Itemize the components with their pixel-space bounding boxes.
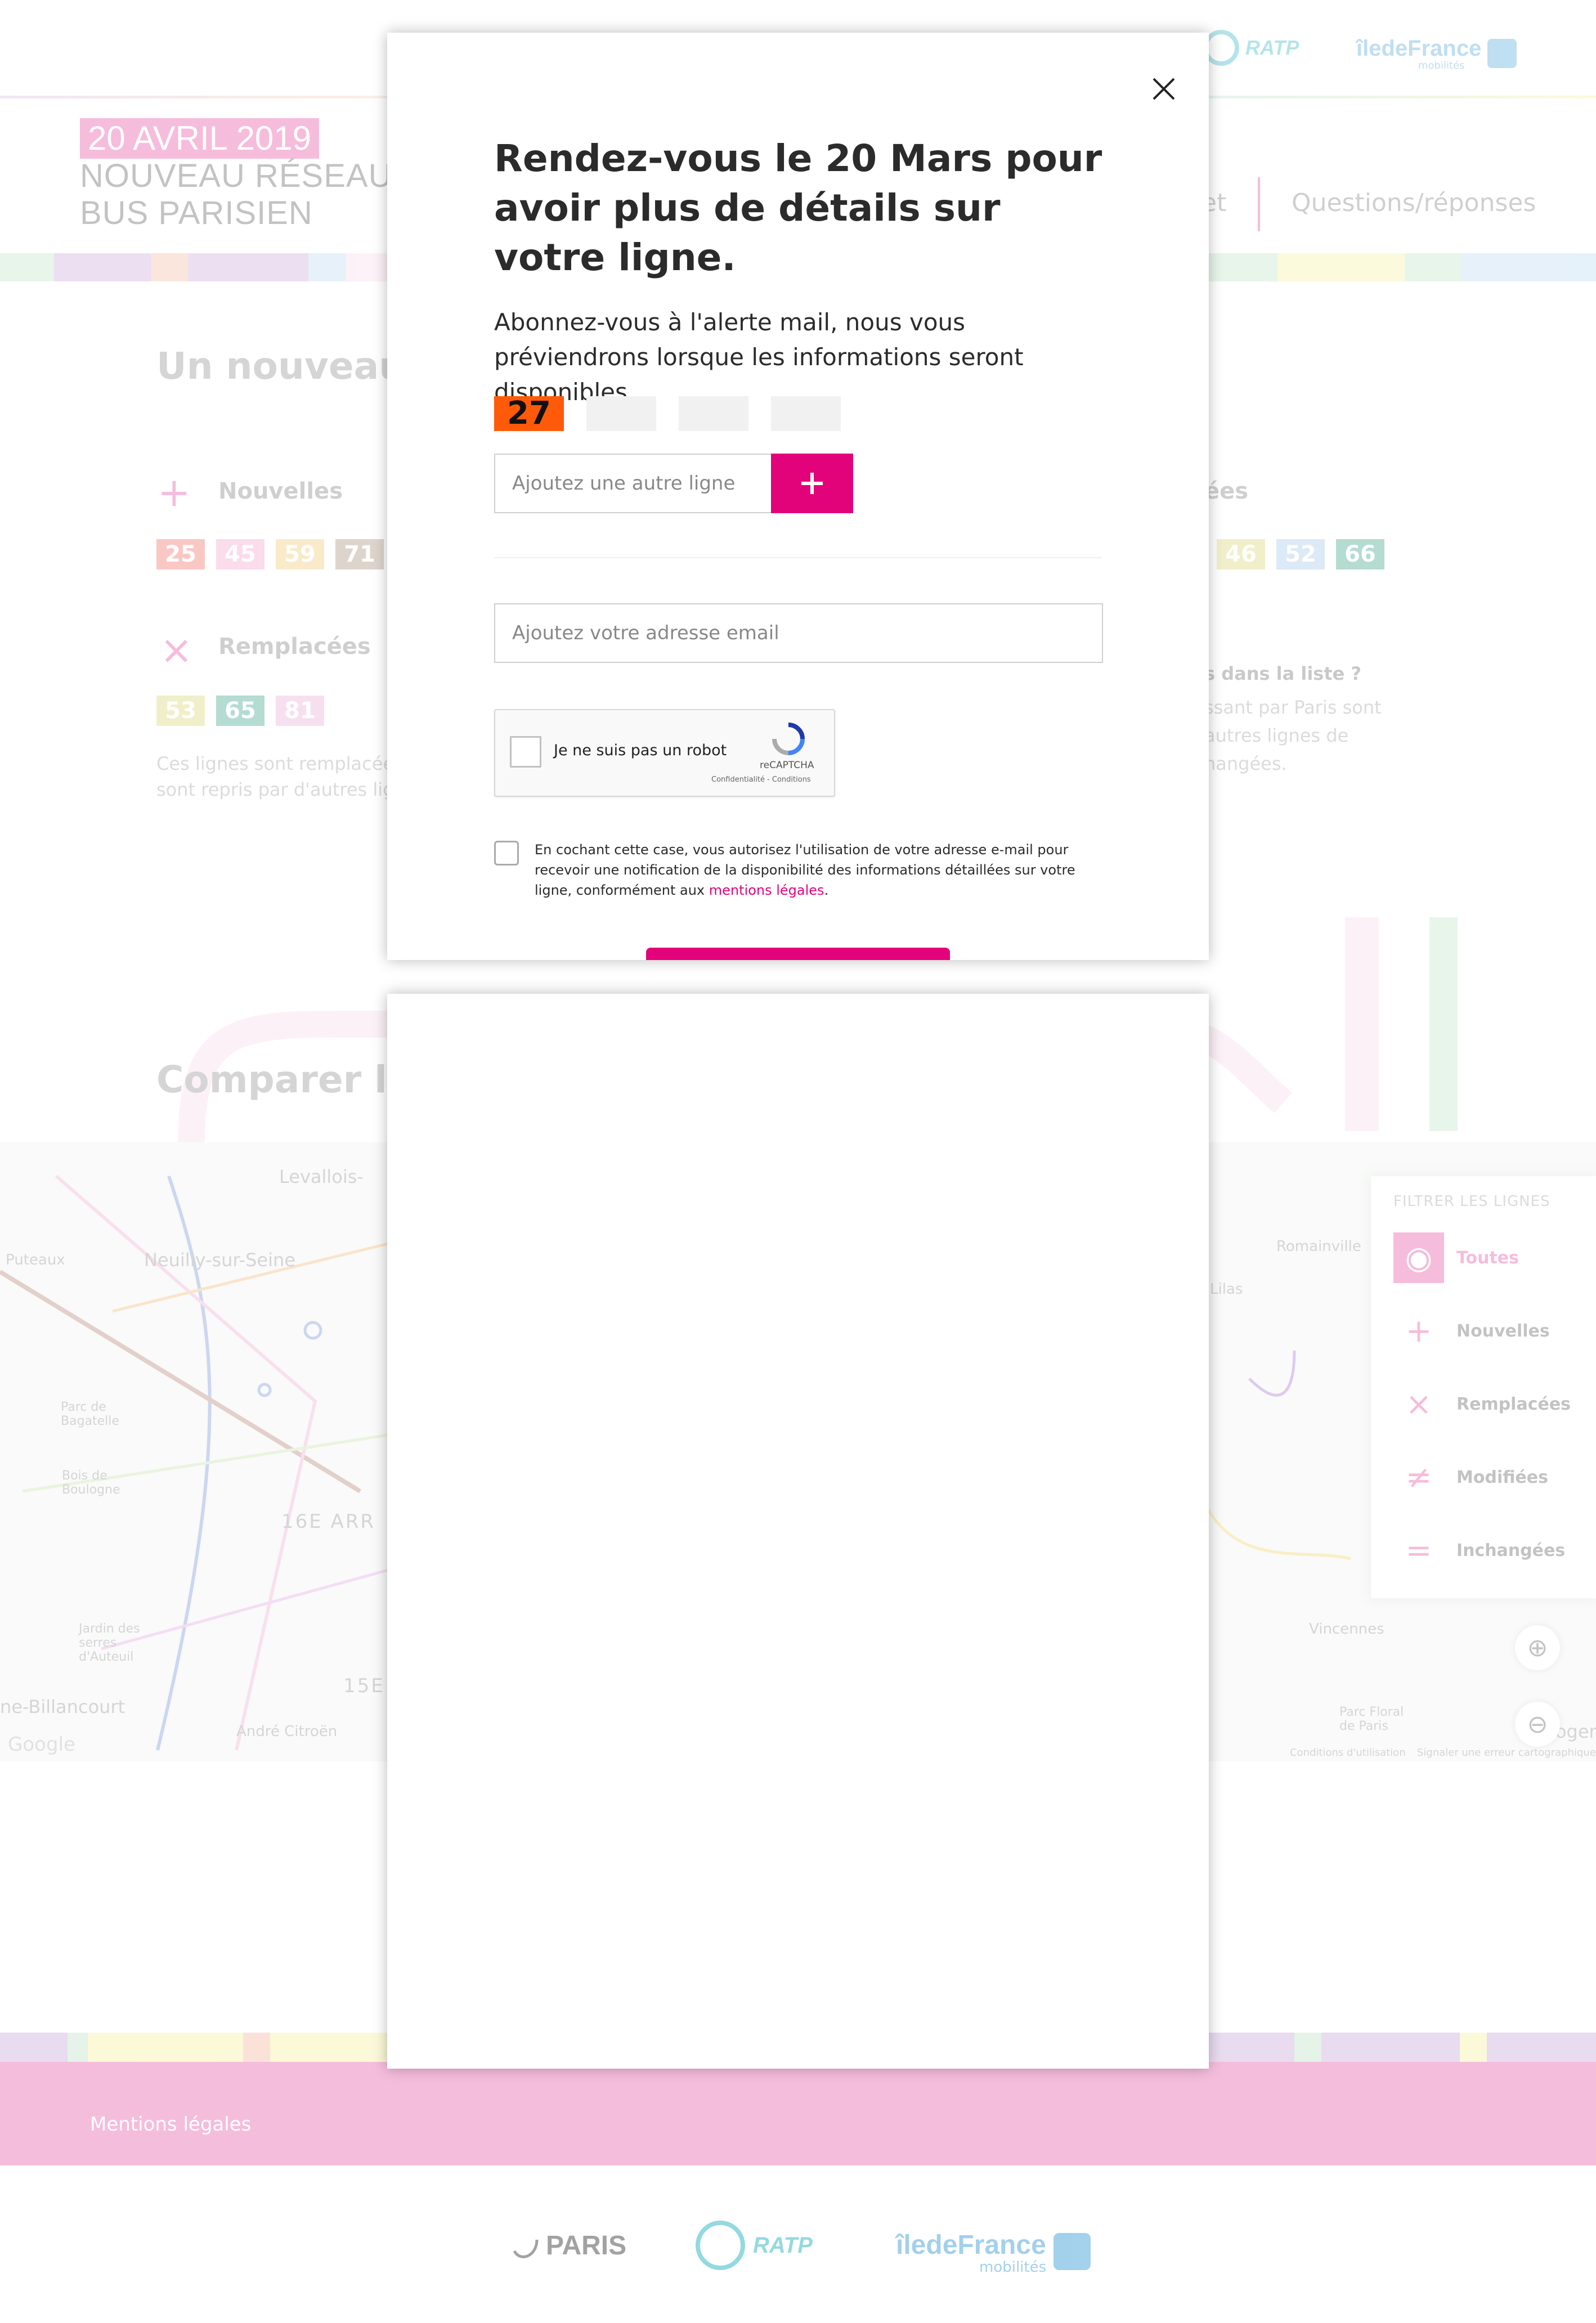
recaptcha-links[interactable]: Confidentialité - Conditions bbox=[711, 775, 811, 784]
zoom-in-icon[interactable]: ⊕ bbox=[1515, 1625, 1560, 1670]
hero-line-1: NOUVEAU RÉSEAU bbox=[80, 158, 393, 194]
form-divider bbox=[494, 557, 1102, 558]
remplacees-chips: 53 65 81 bbox=[156, 696, 324, 726]
category-right-partial: ées bbox=[1204, 478, 1249, 504]
map-label: Romainville bbox=[1276, 1238, 1361, 1255]
line-chip[interactable]: 25 bbox=[156, 539, 205, 569]
idfm-icon bbox=[1053, 2232, 1091, 2270]
map-label: Parc Floral de Paris bbox=[1339, 1705, 1404, 1733]
header-idfm-logo: îledeFrance mobilités bbox=[1356, 36, 1517, 71]
cross-icon: × bbox=[160, 627, 193, 673]
paris-logo-icon bbox=[513, 2239, 539, 2258]
nouvelles-chips: 25 45 59 71 bbox=[156, 539, 384, 569]
equal-icon: = bbox=[1405, 1532, 1432, 1569]
idfm-icon bbox=[1487, 38, 1517, 68]
line-slot-empty bbox=[771, 396, 841, 431]
filter-title: FILTRER LES LIGNES bbox=[1393, 1193, 1550, 1210]
map-label: Bois de Boulogne bbox=[62, 1469, 120, 1497]
category-remplacees: Remplacées bbox=[218, 634, 371, 660]
footer-ratp-logo: RATP bbox=[692, 2217, 813, 2273]
filter-panel: FILTRER LES LIGNES ◉ Toutes + Nouvelles … bbox=[1371, 1176, 1596, 1598]
recaptcha-icon bbox=[772, 723, 805, 755]
map-label: Jardin des serres d'Auteuil bbox=[79, 1622, 140, 1664]
map-label: 16E ARR bbox=[281, 1510, 376, 1533]
filter-modifiees[interactable]: ≠ Modifiées bbox=[1393, 1452, 1585, 1503]
nav-separator bbox=[1258, 177, 1260, 231]
footer-paris-logo: PARIS bbox=[509, 2228, 626, 2262]
plus-icon: + bbox=[1405, 1312, 1432, 1349]
email-input[interactable]: Ajoutez votre adresse email bbox=[494, 603, 1103, 663]
line-chip[interactable]: 81 bbox=[276, 696, 324, 726]
plus-icon: + bbox=[158, 469, 191, 515]
submit-button[interactable] bbox=[646, 948, 950, 960]
line-slot-empty bbox=[586, 396, 656, 431]
remplacees-desc-1: Ces lignes sont remplacées bbox=[156, 753, 404, 774]
map-report-link[interactable]: Signaler une erreur cartographique bbox=[1417, 1747, 1596, 1759]
not-equal-icon: ≠ bbox=[1405, 1459, 1432, 1496]
footer-idfm-logo: îledeFrance mobilités bbox=[896, 2230, 1091, 2276]
right-question: s dans la liste ? bbox=[1204, 663, 1362, 684]
close-button[interactable] bbox=[1142, 68, 1185, 110]
map-terms-link[interactable]: Conditions d'utilisation bbox=[1290, 1747, 1406, 1759]
category-nouvelles: Nouvelles bbox=[218, 478, 343, 504]
header-ratp-logo: RATP bbox=[1202, 28, 1299, 68]
filter-toutes[interactable]: ◉ Toutes bbox=[1393, 1232, 1585, 1283]
right-desc-1: ssant par Paris sont bbox=[1204, 697, 1382, 718]
modal-subtitle: Abonnez-vous à l'alerte mail, nous vous … bbox=[494, 308, 1024, 406]
line-slot[interactable]: 27 bbox=[494, 396, 564, 431]
plus-icon bbox=[801, 473, 823, 494]
section-title-nouveau: Un nouveau bbox=[156, 344, 406, 388]
hero-line-2: BUS PARISIEN bbox=[80, 195, 313, 231]
newsletter-modal: Rendez-vous le 20 Mars pour avoir plus d… bbox=[387, 33, 1209, 960]
map-label: Lilas bbox=[1210, 1281, 1243, 1298]
line-chip[interactable]: 53 bbox=[156, 696, 205, 726]
line-slot-empty bbox=[679, 396, 748, 431]
line-chip[interactable]: 59 bbox=[276, 539, 324, 569]
eye-icon: ◉ bbox=[1393, 1232, 1444, 1283]
mentions-legales-link[interactable]: mentions légales bbox=[709, 882, 824, 898]
add-line-button[interactable] bbox=[771, 454, 853, 513]
filter-inchangees[interactable]: = Inchangées bbox=[1393, 1525, 1585, 1576]
map-label: ne-Billancourt bbox=[0, 1696, 125, 1717]
line-chip[interactable]: 46 bbox=[1217, 539, 1265, 569]
zoom-out-icon[interactable]: ⊖ bbox=[1515, 1702, 1560, 1747]
right-desc-3: hangées. bbox=[1204, 753, 1287, 774]
modal-title: Rendez-vous le 20 Mars pour avoir plus d… bbox=[494, 137, 1102, 279]
line-chip[interactable]: 45 bbox=[216, 539, 264, 569]
recaptcha-brand: reCAPTCHA bbox=[760, 760, 814, 771]
filter-nouvelles[interactable]: + Nouvelles bbox=[1393, 1306, 1585, 1356]
recaptcha-label: Je ne suis pas un robot bbox=[554, 742, 727, 759]
map-label: Parc de Bagatelle bbox=[61, 1400, 119, 1428]
hero-date: 20 AVRIL 2019 bbox=[80, 118, 319, 159]
section-title-comparer: Comparer l' bbox=[156, 1058, 398, 1101]
filter-remplacees[interactable]: × Remplacées bbox=[1393, 1379, 1585, 1429]
map-label: Google bbox=[8, 1733, 75, 1756]
line-chip[interactable]: 71 bbox=[335, 539, 384, 569]
line-chip[interactable]: 65 bbox=[216, 696, 264, 726]
right-desc-2: autres lignes de bbox=[1204, 725, 1349, 746]
map-label: Levallois- bbox=[279, 1166, 364, 1187]
map-label: Vincennes bbox=[1309, 1621, 1384, 1638]
footer-mentions-link[interactable]: Mentions légales bbox=[90, 2113, 251, 2136]
map-label: Neuilly-sur-Seine bbox=[144, 1249, 295, 1271]
remplacees-desc-2: sont repris par d'autres lig bbox=[156, 779, 394, 800]
close-icon bbox=[1153, 78, 1175, 100]
recaptcha-checkbox[interactable] bbox=[510, 736, 541, 768]
cross-icon: × bbox=[1405, 1385, 1432, 1423]
modal-lower-panel bbox=[387, 994, 1209, 2069]
map-label: André Citroën bbox=[236, 1723, 338, 1740]
recaptcha-widget: Je ne suis pas un robot reCAPTCHA Confid… bbox=[494, 709, 835, 797]
consent-checkbox[interactable] bbox=[494, 841, 519, 865]
map-label: Puteaux bbox=[6, 1252, 65, 1268]
line-input[interactable]: Ajoutez une autre ligne bbox=[494, 454, 771, 513]
ratp-logo-icon bbox=[696, 2221, 745, 2270]
nav-questions-link[interactable]: Questions/réponses bbox=[1292, 189, 1536, 217]
line-chip[interactable]: 52 bbox=[1276, 539, 1325, 569]
line-chip[interactable]: 66 bbox=[1336, 539, 1384, 569]
right-chips: 46 52 66 bbox=[1217, 539, 1384, 569]
consent-text: En cochant cette case, vous autorisez l'… bbox=[535, 842, 1075, 898]
